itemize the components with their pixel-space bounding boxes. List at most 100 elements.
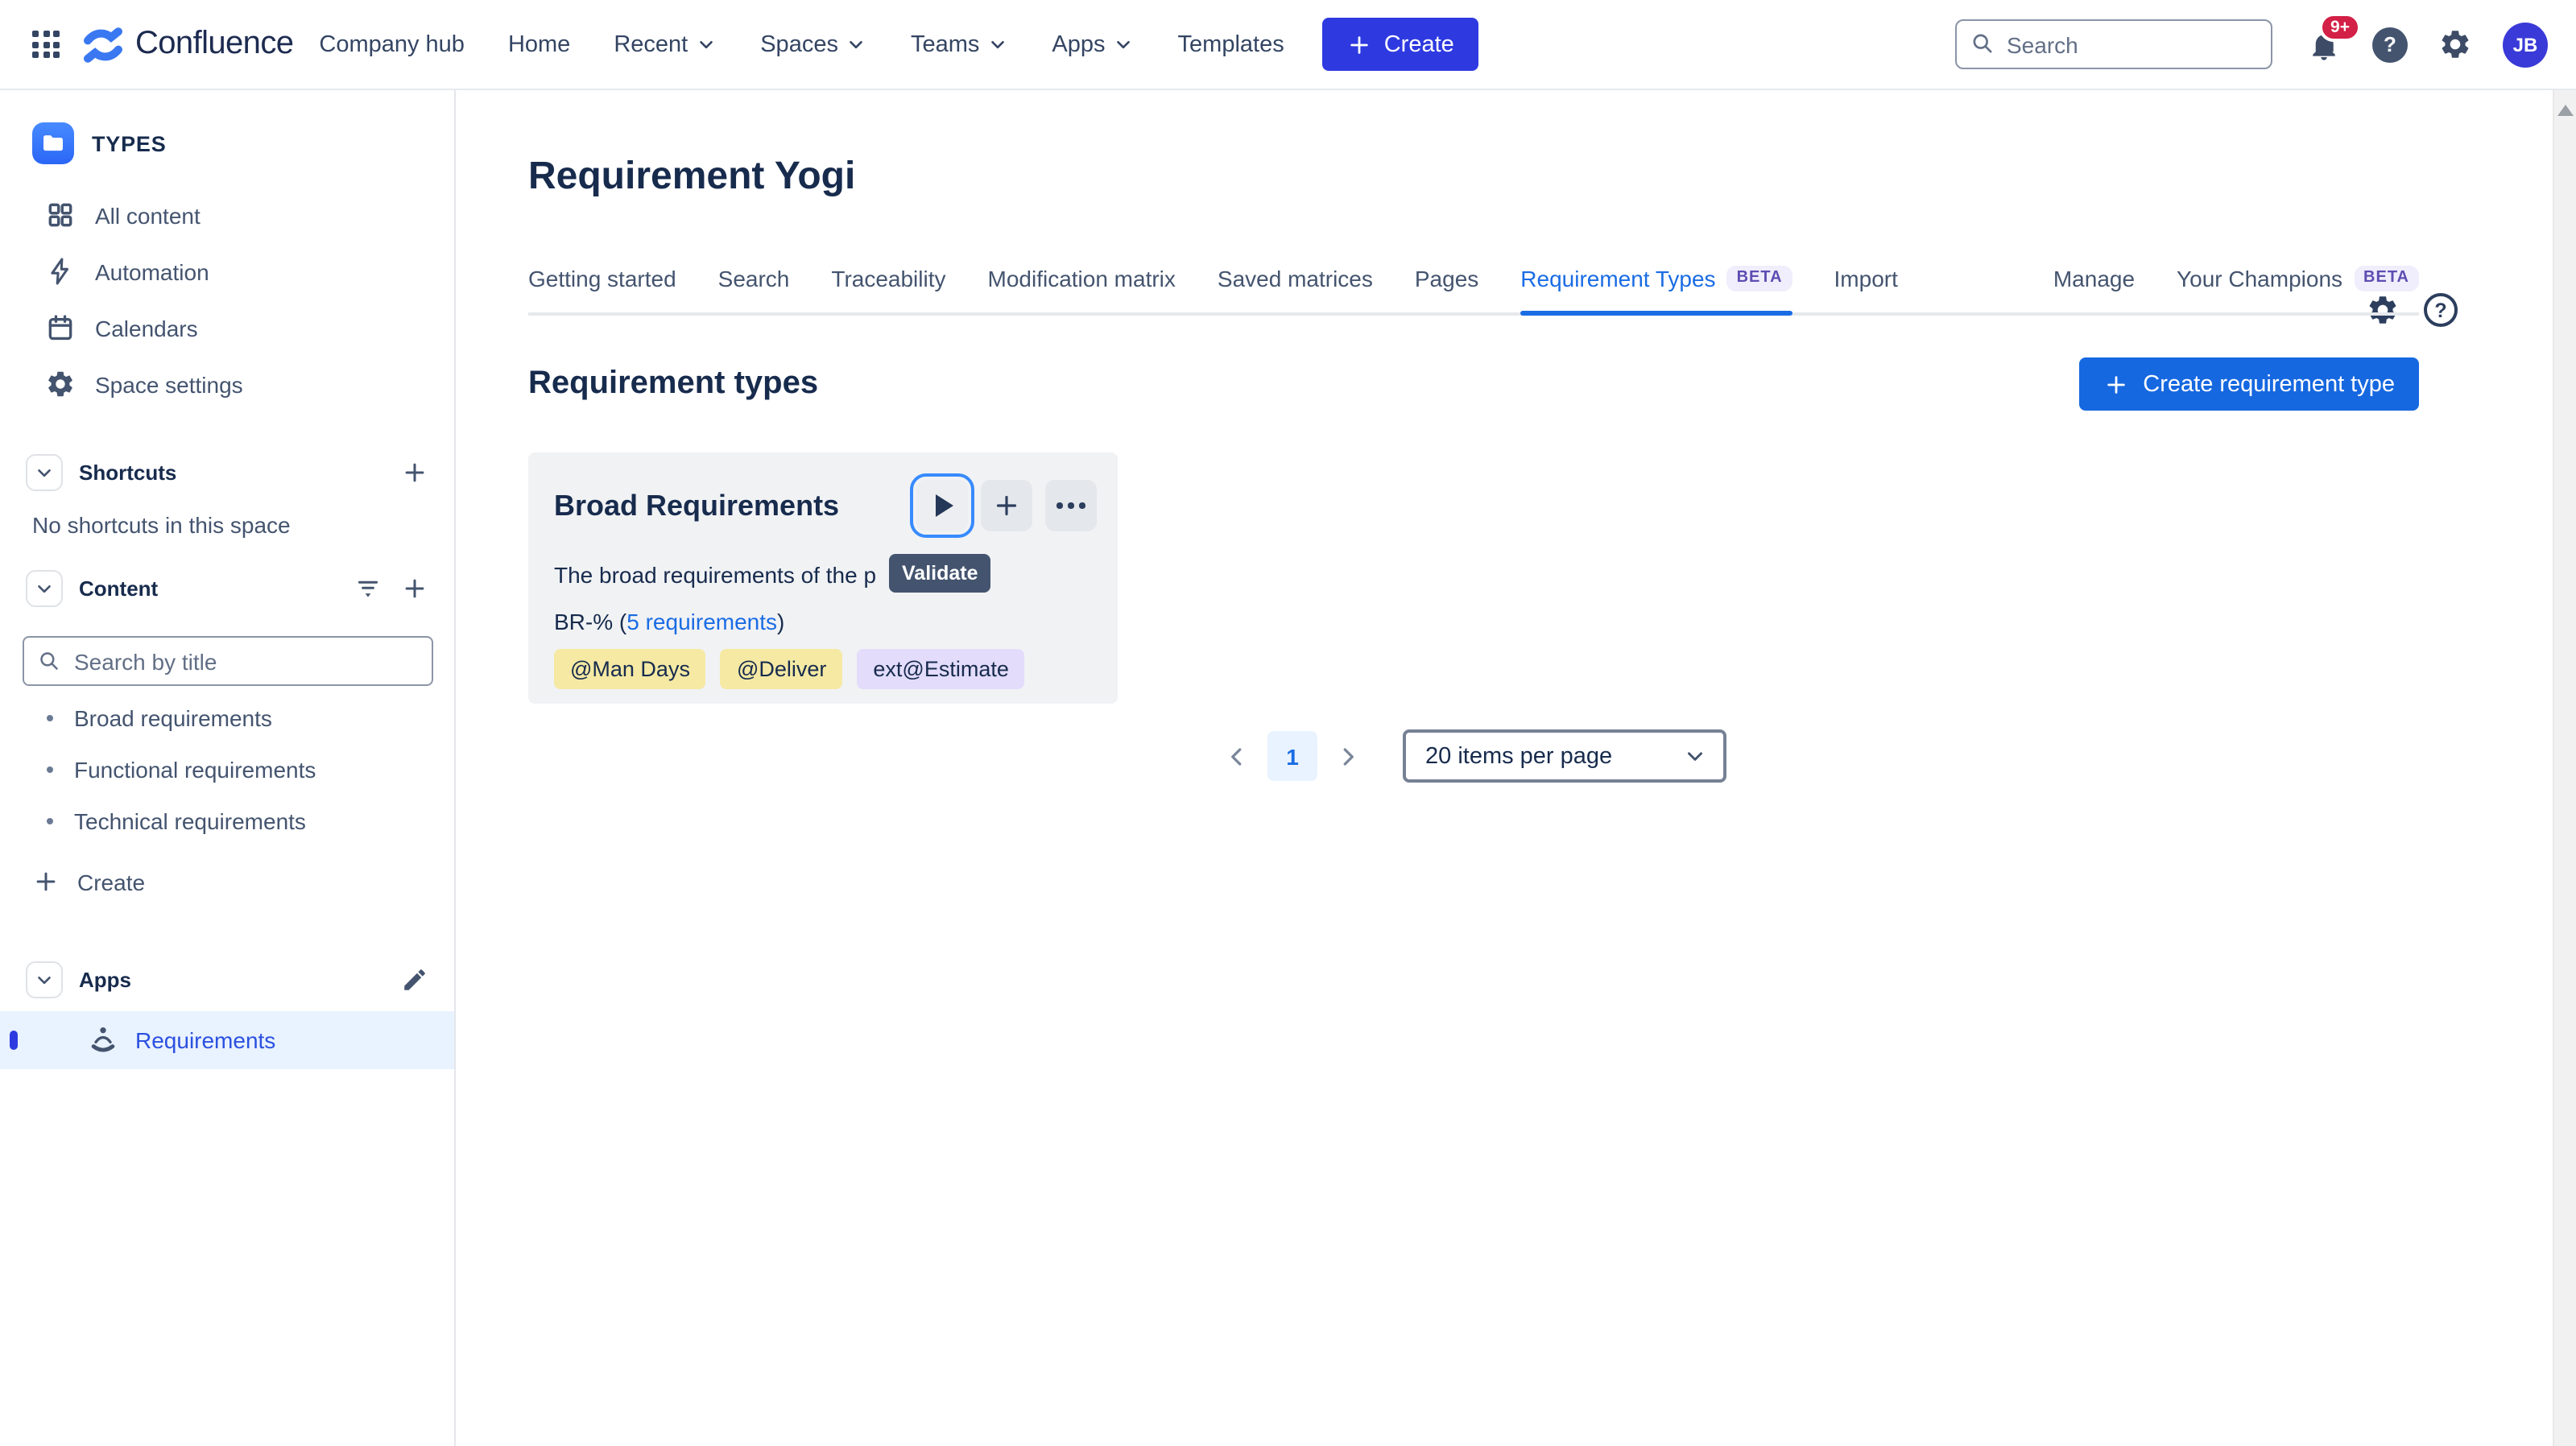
main-content: ? Requirement Yogi Getting started Searc… bbox=[456, 90, 2576, 1446]
global-create-button[interactable]: Create bbox=[1323, 18, 1478, 71]
filter-icon bbox=[354, 575, 382, 602]
selected-indicator bbox=[10, 1031, 18, 1050]
plus-icon bbox=[992, 491, 1021, 520]
nav-home[interactable]: Home bbox=[508, 31, 570, 57]
space-header[interactable]: TYPES bbox=[0, 113, 454, 174]
shortcuts-section-header: Shortcuts bbox=[0, 441, 454, 504]
plus-icon bbox=[32, 868, 60, 895]
user-avatar[interactable]: JB bbox=[2503, 22, 2548, 67]
sidebar: TYPES All content Automation Calendars bbox=[0, 90, 456, 1446]
chevron-down-icon bbox=[1683, 744, 1707, 768]
chevron-down-icon bbox=[987, 34, 1008, 55]
yoga-icon bbox=[87, 1024, 119, 1056]
shortcuts-collapse-button[interactable] bbox=[26, 454, 63, 491]
page-number-button[interactable]: 1 bbox=[1267, 731, 1317, 781]
nav-spaces[interactable]: Spaces bbox=[760, 31, 867, 57]
card-title: Broad Requirements bbox=[554, 490, 839, 523]
notifications-button[interactable]: 9+ bbox=[2306, 27, 2342, 62]
beta-badge: BETA bbox=[2354, 266, 2419, 291]
logo-wordmark: Confluence bbox=[135, 26, 293, 63]
app-help-button[interactable]: ? bbox=[2424, 293, 2458, 327]
bolt-icon bbox=[45, 256, 76, 287]
page-item-technical-requirements[interactable]: Technical requirements bbox=[0, 795, 454, 847]
tab-search[interactable]: Search bbox=[718, 266, 790, 312]
tab-manage[interactable]: Manage bbox=[2053, 266, 2135, 312]
notification-badge: 9+ bbox=[2319, 12, 2361, 42]
gear-icon bbox=[2438, 27, 2472, 61]
page-item-broad-requirements[interactable]: Broad requirements bbox=[0, 692, 454, 744]
search-icon bbox=[37, 649, 61, 673]
scrollbar[interactable] bbox=[2553, 90, 2576, 1446]
validate-button[interactable] bbox=[916, 480, 968, 531]
card-key-line: BR-% (5 requirements) bbox=[554, 609, 784, 634]
settings-button[interactable] bbox=[2438, 27, 2472, 61]
space-navigation: All content Automation Calendars Space s… bbox=[0, 187, 454, 412]
nav-recent[interactable]: Recent bbox=[614, 31, 717, 57]
filter-content-button[interactable] bbox=[354, 575, 382, 602]
add-shortcut-button[interactable] bbox=[401, 459, 428, 486]
folder-icon bbox=[39, 129, 68, 158]
tag-deliver[interactable]: @Deliver bbox=[721, 649, 842, 689]
next-page-button[interactable] bbox=[1332, 740, 1364, 772]
bullet-icon bbox=[47, 766, 53, 773]
plus-icon bbox=[401, 459, 428, 486]
nav-apps[interactable]: Apps bbox=[1052, 31, 1134, 57]
tab-getting-started[interactable]: Getting started bbox=[528, 266, 676, 312]
grid-icon bbox=[32, 31, 60, 58]
validate-tooltip: Validate bbox=[889, 554, 991, 593]
app-switcher-icon[interactable] bbox=[19, 18, 72, 71]
apps-title: Apps bbox=[79, 968, 385, 992]
sidebar-item-space-settings[interactable]: Space settings bbox=[0, 356, 454, 412]
plus-icon bbox=[1347, 31, 1373, 57]
search-icon bbox=[1970, 31, 1995, 56]
chevron-right-icon bbox=[1333, 742, 1362, 771]
tab-traceability[interactable]: Traceability bbox=[831, 266, 945, 312]
apps-collapse-button[interactable] bbox=[26, 961, 63, 998]
tab-saved-matrices[interactable]: Saved matrices bbox=[1218, 266, 1373, 312]
pencil-icon bbox=[401, 966, 428, 994]
global-search bbox=[1955, 19, 2272, 69]
content-section-header: Content bbox=[0, 557, 454, 620]
tag-ext-estimate[interactable]: ext@Estimate bbox=[857, 649, 1024, 689]
page-size-select[interactable]: 20 items per page bbox=[1403, 729, 1726, 783]
more-actions-button[interactable] bbox=[1045, 480, 1097, 531]
nav-company-hub[interactable]: Company hub bbox=[319, 31, 465, 57]
space-name: TYPES bbox=[92, 131, 167, 155]
sidebar-item-automation[interactable]: Automation bbox=[0, 243, 454, 300]
tab-requirement-types[interactable]: Requirement Types BETA bbox=[1520, 266, 1792, 312]
chevron-down-icon bbox=[696, 34, 717, 55]
tab-modification-matrix[interactable]: Modification matrix bbox=[988, 266, 1176, 312]
tab-pages[interactable]: Pages bbox=[1415, 266, 1478, 312]
scroll-up-icon[interactable] bbox=[2557, 105, 2574, 116]
card-tags: @Man Days @Deliver ext@Estimate bbox=[554, 649, 1025, 689]
search-by-title-input[interactable] bbox=[23, 636, 433, 686]
search-input[interactable] bbox=[1955, 19, 2272, 69]
previous-page-button[interactable] bbox=[1221, 740, 1253, 772]
content-collapse-button[interactable] bbox=[26, 570, 63, 607]
beta-badge: BETA bbox=[1727, 266, 1792, 291]
chevron-down-icon bbox=[34, 462, 55, 483]
add-content-button[interactable] bbox=[401, 575, 428, 602]
requirements-count-link[interactable]: 5 requirements bbox=[626, 609, 777, 634]
tab-import[interactable]: Import bbox=[1834, 266, 1898, 312]
add-requirement-button[interactable] bbox=[981, 480, 1032, 531]
confluence-logo[interactable]: Confluence bbox=[82, 23, 293, 65]
help-button[interactable]: ? bbox=[2372, 27, 2408, 62]
sidebar-item-all-content[interactable]: All content bbox=[0, 187, 454, 243]
sidebar-item-requirements[interactable]: Requirements bbox=[0, 1011, 454, 1069]
sidebar-item-calendars[interactable]: Calendars bbox=[0, 300, 454, 356]
edit-apps-button[interactable] bbox=[401, 966, 428, 994]
top-navigation: Company hub Home Recent Spaces Teams App… bbox=[319, 31, 1284, 57]
tab-your-champions[interactable]: Your Champions BETA bbox=[2177, 266, 2419, 312]
pagination: 1 20 items per page bbox=[528, 729, 2419, 783]
nav-templates[interactable]: Templates bbox=[1178, 31, 1284, 57]
requirement-type-card: Broad Requirements The broad requirement… bbox=[528, 452, 1118, 704]
content-search bbox=[23, 636, 432, 686]
create-requirement-type-button[interactable]: Create requirement type bbox=[2078, 357, 2419, 411]
plus-icon bbox=[2103, 371, 2128, 397]
sidebar-create-button[interactable]: Create bbox=[0, 853, 454, 910]
tag-man-days[interactable]: @Man Days bbox=[554, 649, 706, 689]
page-item-functional-requirements[interactable]: Functional requirements bbox=[0, 744, 454, 795]
play-icon bbox=[936, 494, 953, 517]
nav-teams[interactable]: Teams bbox=[911, 31, 1008, 57]
